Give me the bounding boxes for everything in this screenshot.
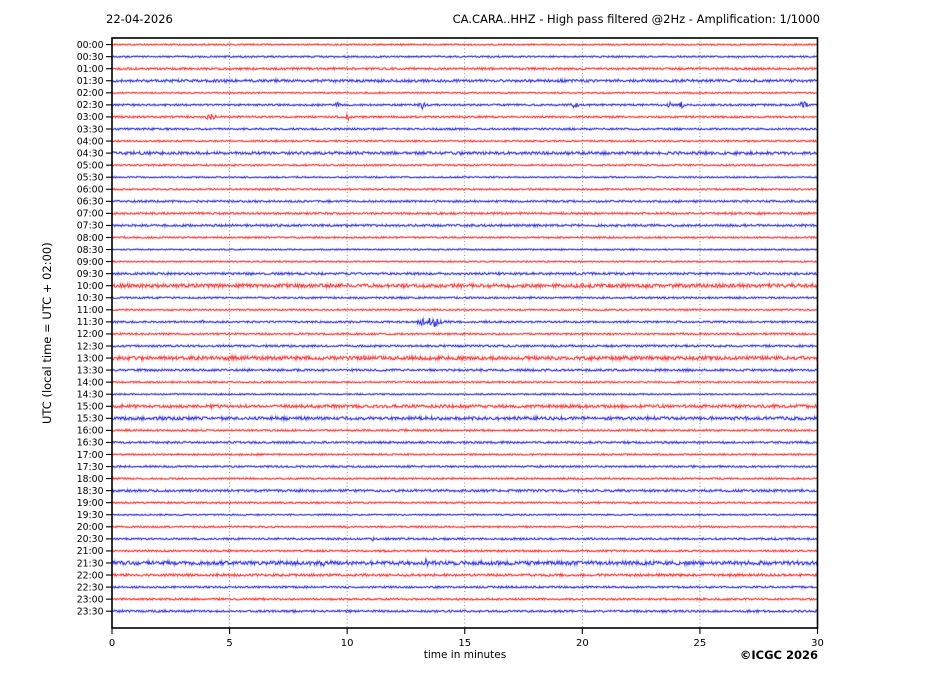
helicorder-plot: 00:0000:3001:0001:3002:0002:3003:0003:30… — [77, 37, 824, 649]
y-tick-label-04:30: 04:30 — [77, 148, 104, 159]
y-tick-label-01:30: 01:30 — [77, 76, 104, 87]
y-tick-label-08:00: 08:00 — [77, 233, 104, 244]
helicorder-page: 22-04-2026 CA.CARA..HHZ - High pass filt… — [0, 0, 927, 696]
y-tick-label-16:30: 16:30 — [77, 438, 104, 449]
y-tick-label-06:30: 06:30 — [77, 197, 104, 208]
y-tick-label-11:00: 11:00 — [77, 305, 104, 316]
y-tick-label-11:30: 11:30 — [77, 317, 104, 328]
y-tick-label-07:00: 07:00 — [77, 209, 104, 220]
y-tick-label-23:30: 23:30 — [77, 607, 104, 618]
y-tick-label-14:30: 14:30 — [77, 390, 104, 401]
y-tick-label-15:30: 15:30 — [77, 414, 104, 425]
y-tick-label-22:30: 22:30 — [77, 582, 104, 593]
x-tick-label-0: 0 — [109, 638, 115, 649]
y-tick-label-21:00: 21:00 — [77, 546, 104, 557]
y-tick-label-14:00: 14:00 — [77, 377, 104, 388]
y-tick-label-12:00: 12:00 — [77, 329, 104, 340]
x-axis-label: time in minutes — [423, 649, 507, 661]
y-tick-label-15:00: 15:00 — [77, 402, 104, 413]
y-tick-label-16:00: 16:00 — [77, 426, 104, 437]
y-tick-label-00:00: 00:00 — [77, 40, 104, 51]
x-tick-label-10: 10 — [341, 638, 354, 649]
y-tick-label-09:00: 09:00 — [77, 257, 104, 268]
y-tick-label-04:00: 04:00 — [77, 136, 104, 147]
y-tick-label-23:00: 23:00 — [77, 594, 104, 605]
y-tick-label-18:00: 18:00 — [77, 474, 104, 485]
y-tick-label-12:30: 12:30 — [77, 341, 104, 352]
y-tick-label-20:00: 20:00 — [77, 522, 104, 533]
y-tick-label-02:30: 02:30 — [77, 100, 104, 111]
y-tick-label-03:30: 03:30 — [77, 124, 104, 135]
y-tick-label-05:30: 05:30 — [77, 173, 104, 184]
y-tick-label-17:30: 17:30 — [77, 462, 104, 473]
x-tick-label-5: 5 — [226, 638, 232, 649]
x-tick-label-15: 15 — [458, 638, 471, 649]
y-tick-label-18:30: 18:30 — [77, 486, 104, 497]
x-tick-label-25: 25 — [694, 638, 707, 649]
y-tick-label-02:00: 02:00 — [77, 88, 104, 99]
y-tick-label-08:30: 08:30 — [77, 245, 104, 256]
y-tick-label-20:30: 20:30 — [77, 534, 104, 545]
y-tick-label-21:30: 21:30 — [77, 558, 104, 569]
y-tick-label-13:00: 13:00 — [77, 353, 104, 364]
y-tick-label-01:00: 01:00 — [77, 64, 104, 75]
y-tick-label-22:00: 22:00 — [77, 570, 104, 581]
y-tick-label-06:00: 06:00 — [77, 185, 104, 196]
copyright-label: ©ICGC 2026 — [739, 648, 818, 662]
y-tick-label-17:00: 17:00 — [77, 450, 104, 461]
y-tick-label-10:30: 10:30 — [77, 293, 104, 304]
x-tick-label-20: 20 — [576, 638, 589, 649]
y-tick-label-07:30: 07:30 — [77, 221, 104, 232]
y-tick-label-03:00: 03:00 — [77, 112, 104, 123]
y-tick-label-10:00: 10:00 — [77, 281, 104, 292]
y-tick-label-00:30: 00:30 — [77, 52, 104, 63]
y-tick-label-19:00: 19:00 — [77, 498, 104, 509]
y-tick-label-09:30: 09:30 — [77, 269, 104, 280]
y-tick-label-05:00: 05:00 — [77, 160, 104, 171]
y-tick-label-13:30: 13:30 — [77, 365, 104, 376]
y-tick-label-19:30: 19:30 — [77, 510, 104, 521]
trace-halo-02:30 — [111, 99, 818, 112]
